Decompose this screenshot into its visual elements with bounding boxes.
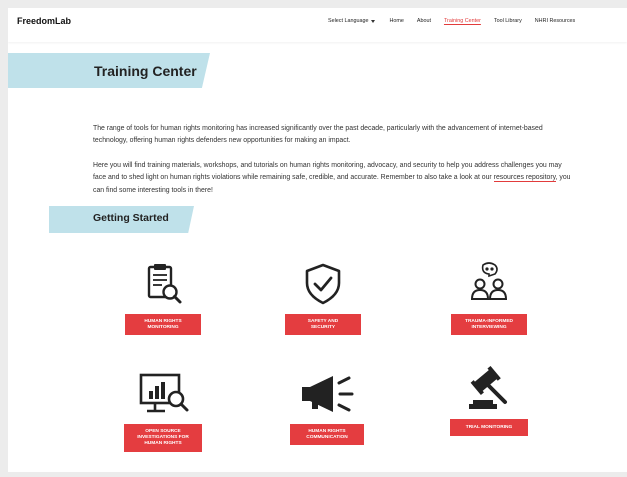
card-label[interactable]: TRAUMA-INFORMED INTERVIEWING <box>451 314 527 335</box>
nav-tool-library[interactable]: Tool Library <box>494 18 522 24</box>
card-trial-monitoring[interactable]: TRIAL MONITORING <box>444 363 534 463</box>
main-nav: Select Language Home About Training Cent… <box>328 18 627 24</box>
clipboard-magnifier-icon <box>123 258 203 310</box>
nav-nhri-resources[interactable]: NHRI Resources <box>535 18 575 24</box>
nav-training-center[interactable]: Training Center <box>444 18 481 24</box>
monitor-chart-magnifier-icon <box>123 368 203 420</box>
card-label[interactable]: HUMAN RIGHTS MONITORING <box>125 314 201 335</box>
page: FreedomLab Select Language Home About Tr… <box>8 8 627 472</box>
language-label: Select Language <box>328 18 369 24</box>
shield-check-icon <box>283 258 363 310</box>
page-title: Training Center <box>94 63 197 79</box>
caret-down-icon <box>371 19 376 23</box>
intro-paragraph: The range of tools for human rights moni… <box>93 124 543 145</box>
card-human-rights-communication[interactable]: HUMAN RIGHTS COMMUNICATION <box>282 368 372 468</box>
card-label[interactable]: SAFETY AND SECURITY <box>285 314 361 335</box>
card-safety-and-security[interactable]: SAFETY AND SECURITY <box>278 258 368 358</box>
card-open-source-investigations[interactable]: OPEN SOURCE INVESTIGATIONS FOR HUMAN RIG… <box>118 368 208 468</box>
megaphone-icon <box>287 368 367 420</box>
body-text-start: Here you will find training materials, w… <box>93 161 562 182</box>
people-speech-icon <box>449 258 529 310</box>
card-label[interactable]: HUMAN RIGHTS COMMUNICATION <box>290 424 364 445</box>
nav-about[interactable]: About <box>417 18 431 24</box>
gavel-icon <box>449 363 529 415</box>
card-trauma-informed-interviewing[interactable]: TRAUMA-INFORMED INTERVIEWING <box>444 258 534 358</box>
card-label[interactable]: TRIAL MONITORING <box>450 419 528 436</box>
card-label[interactable]: OPEN SOURCE INVESTIGATIONS FOR HUMAN RIG… <box>124 424 202 452</box>
language-selector[interactable]: Select Language <box>328 18 376 24</box>
site-logo[interactable]: FreedomLab <box>17 16 71 26</box>
section-title: Getting Started <box>93 212 169 224</box>
nav-home[interactable]: Home <box>389 18 403 24</box>
site-header: FreedomLab Select Language Home About Tr… <box>8 8 627 42</box>
resources-repository-link[interactable]: resources repository <box>493 174 556 183</box>
card-human-rights-monitoring[interactable]: HUMAN RIGHTS MONITORING <box>118 258 208 358</box>
body-paragraph: Here you will find training materials, w… <box>93 160 573 197</box>
